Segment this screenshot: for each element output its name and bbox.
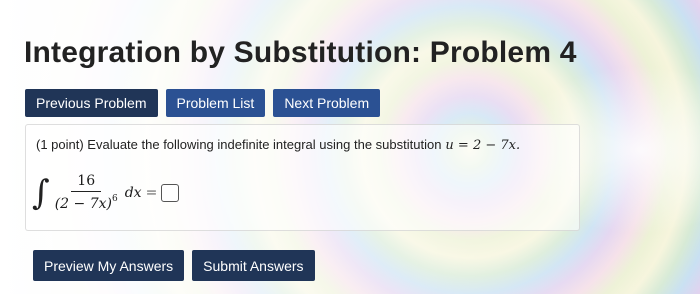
differential: dx [124,184,142,201]
answer-actions: Preview My Answers Submit Answers [33,250,315,281]
page-title: Integration by Substitution: Problem 4 [24,36,577,69]
preview-answers-button[interactable]: Preview My Answers [33,250,185,281]
integral-sign: ∫ [32,172,50,213]
integrand-denominator: (2 − 7x)6 [55,192,118,212]
problem-panel: (1 point) Evaluate the following indefin… [25,124,580,231]
page: Integration by Substitution: Problem 4 P… [0,0,700,294]
prompt-text: (1 point) Evaluate the following indefin… [36,137,442,152]
denominator-base: (2 − 7x) [54,196,112,212]
integral-expression: ∫ 16 (2 − 7x)6 dx = [32,172,180,213]
problem-list-button[interactable]: Problem List [165,89,266,117]
submit-answers-button[interactable]: Submit Answers [192,250,315,281]
problem-navigation: Previous Problem Problem List Next Probl… [25,89,381,117]
previous-problem-button[interactable]: Previous Problem [25,89,158,117]
integrand-numerator: 16 [71,173,102,192]
next-problem-button[interactable]: Next Problem [273,89,381,117]
substitution-expression: u = 2 − 7x. [445,138,521,153]
answer-input[interactable] [161,183,180,202]
integrand-fraction: 16 (2 − 7x)6 [55,173,118,212]
problem-prompt: (1 point) Evaluate the following indefin… [36,137,520,153]
equals-sign: = [145,184,158,201]
denominator-exponent: 6 [111,194,118,204]
